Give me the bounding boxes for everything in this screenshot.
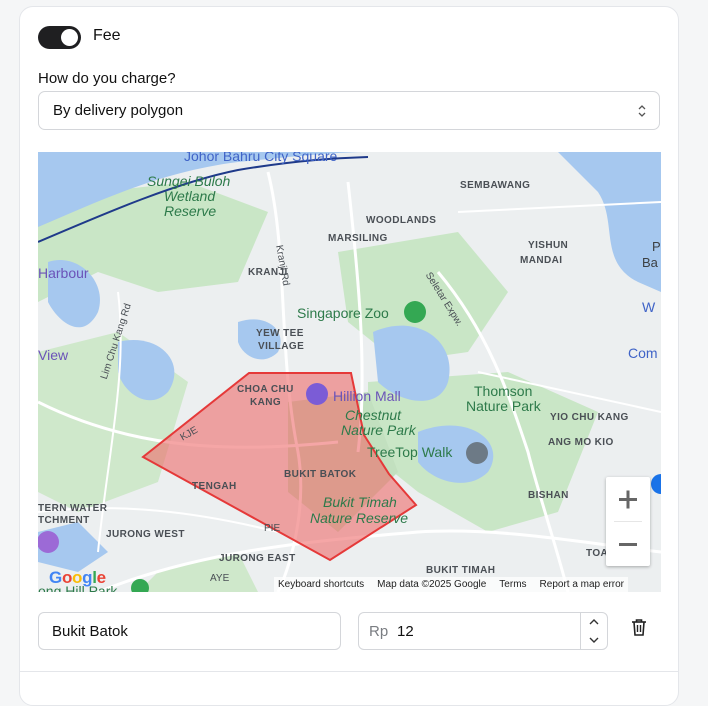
map-label-aye: AYE xyxy=(210,573,230,584)
zoom-in-button[interactable] xyxy=(606,477,650,521)
increment-button[interactable] xyxy=(581,613,607,631)
map-label-bt-nr1: Bukit Timah xyxy=(323,494,397,510)
map-label-bishan: BISHAN xyxy=(528,490,569,501)
map-label-yio-chu-kang: YIO CHU KANG xyxy=(550,412,629,423)
map-label-village: VILLAGE xyxy=(258,341,305,352)
map-label-sungei: Sungei Buloh xyxy=(147,173,231,189)
map-label-harbour: Harbour xyxy=(38,265,89,281)
keyboard-shortcuts-link[interactable]: Keyboard shortcuts xyxy=(278,577,364,592)
price-stepper xyxy=(580,613,607,649)
map-label-wetland: Wetland xyxy=(164,188,216,204)
delivery-map[interactable]: Johor Bahru City Square Sungei Buloh Wet… xyxy=(38,152,661,592)
map-label-reserve: Reserve xyxy=(164,203,217,219)
chevron-updown-icon xyxy=(638,105,646,117)
map-label-yishun: YISHUN xyxy=(528,240,569,251)
charge-method-label: How do you charge? xyxy=(38,70,176,87)
map-label-chestnut: Chestnut xyxy=(345,407,402,423)
fee-toggle[interactable] xyxy=(38,26,81,49)
map-label-com-edge: Com xyxy=(628,345,658,361)
map-label-tengah: TENGAH xyxy=(192,481,237,492)
trash-icon xyxy=(632,619,646,636)
map-label-ang-mo-kio: ANG MO KIO xyxy=(548,437,614,448)
map-label-johor: Johor Bahru City Square xyxy=(184,152,338,164)
plus-icon xyxy=(619,490,637,509)
fee-label: Fee xyxy=(93,27,121,44)
map-data-text: Map data ©2025 Google xyxy=(377,579,487,590)
google-logo: Google xyxy=(49,568,106,587)
map-label-thomson-np: Nature Park xyxy=(466,398,541,414)
map-label-yew-tee: YEW TEE xyxy=(256,328,304,339)
fee-settings-card: Fee How do you charge? By delivery polyg… xyxy=(19,6,679,706)
map-label-catchment: TCHMENT xyxy=(38,515,90,526)
map-label-thomson: Thomson xyxy=(474,383,533,399)
map-label-chestnut-np: Nature Park xyxy=(341,422,416,438)
map-label-woodlands: WOODLANDS xyxy=(366,215,437,226)
zoom-control xyxy=(606,477,650,566)
map-label-jurong-west: JURONG WEST xyxy=(106,529,185,540)
map-label-w-edge: W xyxy=(642,299,656,315)
section-divider xyxy=(20,671,678,672)
chevron-up-icon xyxy=(589,619,599,625)
chevron-down-icon xyxy=(589,637,599,643)
zone-name-input[interactable] xyxy=(39,613,340,649)
map-canvas xyxy=(38,152,661,592)
charge-method-value: By delivery polygon xyxy=(53,102,184,119)
map-label-bukit-batok: BUKIT BATOK xyxy=(284,469,357,480)
map-label-bt-nr2: Nature Reserve xyxy=(310,510,409,526)
zone-price-field[interactable]: Rp 12 xyxy=(358,612,608,650)
map-label-jurong-east: JURONG EAST xyxy=(219,553,296,564)
decrement-button[interactable] xyxy=(581,631,607,649)
map-label-pie: PIE xyxy=(264,523,281,534)
report-error-link[interactable]: Report a map error xyxy=(540,577,624,592)
map-label-ba-edge: Ba xyxy=(642,255,658,270)
terms-link[interactable]: Terms xyxy=(499,577,526,592)
currency-prefix: Rp xyxy=(369,623,389,640)
map-label-sembawang: SEMBAWANG xyxy=(460,180,531,191)
minus-icon xyxy=(619,543,637,546)
charge-method-select[interactable]: By delivery polygon xyxy=(38,91,660,130)
zoom-out-button[interactable] xyxy=(606,522,650,566)
toggle-knob xyxy=(61,29,78,46)
map-label-marsiling: MARSILING xyxy=(328,233,388,244)
map-label-choa-chu: CHOA CHU xyxy=(237,384,294,395)
map-label-p-edge: P xyxy=(652,239,661,254)
map-attribution: Keyboard shortcuts Map data ©2025 Google… xyxy=(274,577,629,592)
map-label-view: View xyxy=(38,347,69,363)
delete-zone-button[interactable] xyxy=(628,616,650,638)
map-label-hillion: Hillion Mall xyxy=(333,388,401,404)
map-label-zoo: Singapore Zoo xyxy=(297,305,389,321)
zone-name-field[interactable] xyxy=(38,612,341,650)
price-value[interactable]: 12 xyxy=(397,623,414,640)
map-label-bukit-timah: BUKIT TIMAH xyxy=(426,565,496,576)
map-label-toa: TOA xyxy=(586,548,609,559)
map-label-kang: KANG xyxy=(250,397,282,408)
map-label-treetop: TreeTop Walk xyxy=(367,444,453,460)
map-label-mandai: MANDAI xyxy=(520,255,563,266)
